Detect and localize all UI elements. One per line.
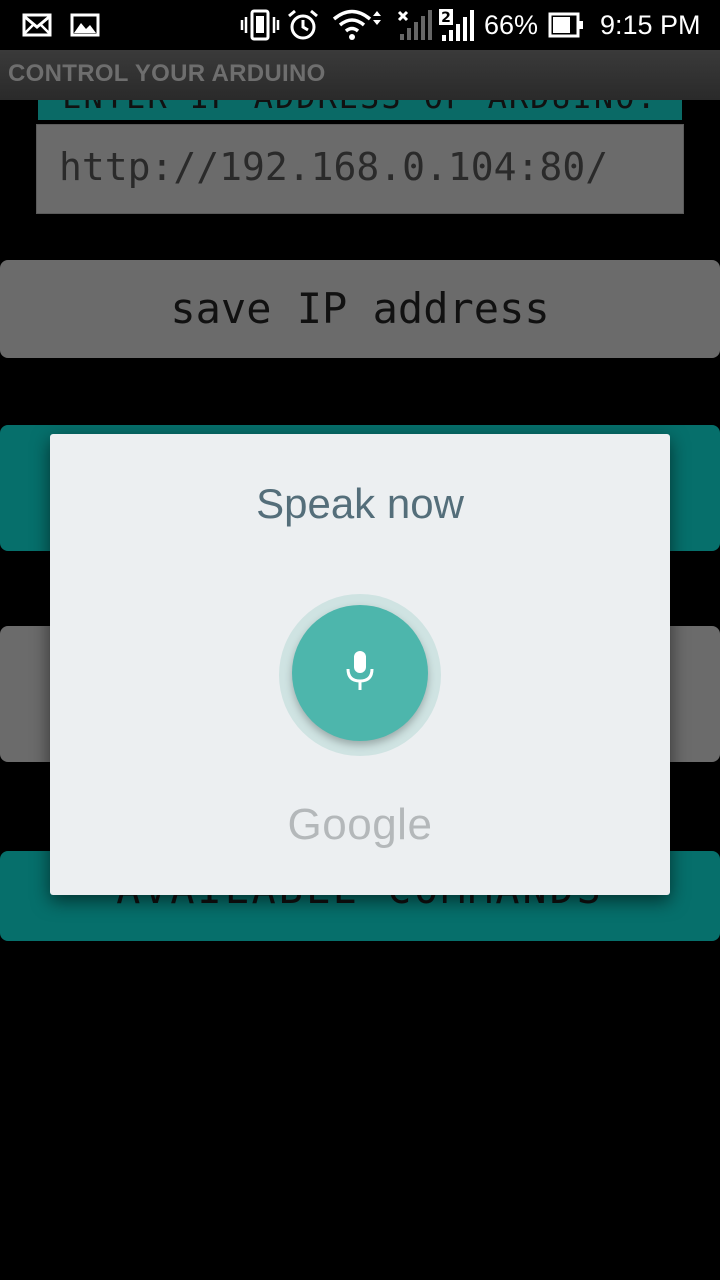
battery-percent: 66% [484,9,539,40]
speak-now-title: Speak now [256,480,464,527]
speech-dialog: Speak now Google [50,434,670,895]
no-sim-signal-icon [396,0,432,50]
wifi-icon [332,0,382,50]
vibrate-icon [240,0,280,50]
mic-button[interactable] [292,605,428,741]
alarm-icon [286,0,320,50]
ip-address-input[interactable]: http://192.168.0.104:80/ [36,124,684,214]
save-ip-button[interactable]: save IP address [0,260,720,358]
battery-icon [548,0,584,50]
image-icon [70,0,100,50]
sim2-badge: 2 [441,10,451,26]
microphone-icon [343,649,377,697]
ip-address-label-text: ENTER IP ADDRESS OF ARDUINO: [38,100,682,116]
app-title: CONTROL YOUR ARDUINO [8,60,326,87]
app-bar: CONTROL YOUR ARDUINO [0,50,720,100]
status-bar: 2 66% 9:15 PM [0,0,720,50]
mail-icon [22,0,52,50]
signal-sim2-icon: 2 [438,0,476,50]
clock: 9:15 PM [600,9,701,40]
save-ip-button-label: save IP address [170,284,550,333]
ip-address-input-value: http://192.168.0.104:80/ [59,145,609,189]
google-logo: Google [287,800,433,849]
ip-address-label: ENTER IP ADDRESS OF ARDUINO: [38,100,682,120]
